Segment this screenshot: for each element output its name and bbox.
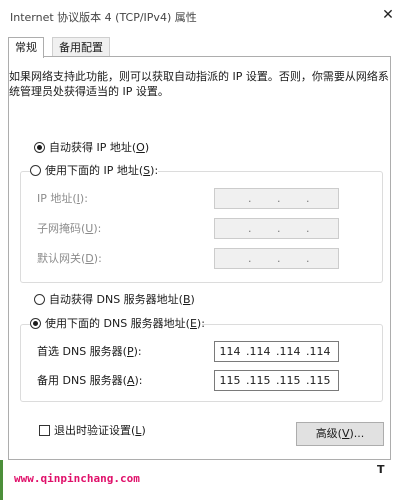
auto-dns-radio-button[interactable] [34,294,45,305]
subnet-mask-field[interactable]: . . . [214,218,339,239]
ip-address-label: IP 地址(I): [37,192,88,205]
partial-button-text: T [377,463,385,476]
title-bar: Internet 协议版本 4 (TCP/IPv4) 属性 ✕ [0,0,400,30]
description-text: 如果网络支持此功能，则可以获取自动指派的 IP 设置。否则，你需要从网络系统管理… [9,70,389,98]
tab-general[interactable]: 常规 [8,37,44,58]
manual-ip-radio-button[interactable] [30,165,41,176]
left-edge-strip [0,460,3,500]
validate-settings-checkbox[interactable] [39,425,50,436]
preferred-dns-label: 首选 DNS 服务器(P): [37,345,142,358]
default-gateway-field[interactable]: . . . [214,248,339,269]
manual-dns-radio-button[interactable] [30,318,41,329]
manual-ip-radio[interactable]: 使用下面的 IP 地址(S): [30,164,158,178]
window-title: Internet 协议版本 4 (TCP/IPv4) 属性 [10,11,197,24]
default-gateway-label: 默认网关(D): [37,252,102,265]
subnet-mask-label: 子网掩码(U): [37,222,102,235]
manual-dns-radio[interactable]: 使用下面的 DNS 服务器地址(E): [30,317,205,331]
auto-ip-radio-button[interactable] [34,142,45,153]
preferred-dns-field[interactable]: 114. 114. 114. 114 [214,341,339,362]
tab-alternate-config[interactable]: 备用配置 [52,37,110,57]
manual-dns-radio-label: 使用下面的 DNS 服务器地址(E): [45,317,205,330]
alternate-dns-label: 备用 DNS 服务器(A): [37,374,143,387]
advanced-button[interactable]: 高级(V)... [296,422,384,446]
auto-dns-radio-label: 自动获得 DNS 服务器地址(B) [49,293,195,306]
auto-ip-radio-label: 自动获得 IP 地址(O) [49,141,150,154]
ip-address-field[interactable]: . . . [214,188,339,209]
site-url-watermark: www.qinpinchang.com [14,472,140,485]
alternate-dns-field[interactable]: 115. 115. 115. 115 [214,370,339,391]
validate-settings-label: 退出时验证设置(L) [54,424,146,437]
manual-ip-radio-label: 使用下面的 IP 地址(S): [45,164,159,177]
close-icon[interactable]: ✕ [378,3,398,27]
